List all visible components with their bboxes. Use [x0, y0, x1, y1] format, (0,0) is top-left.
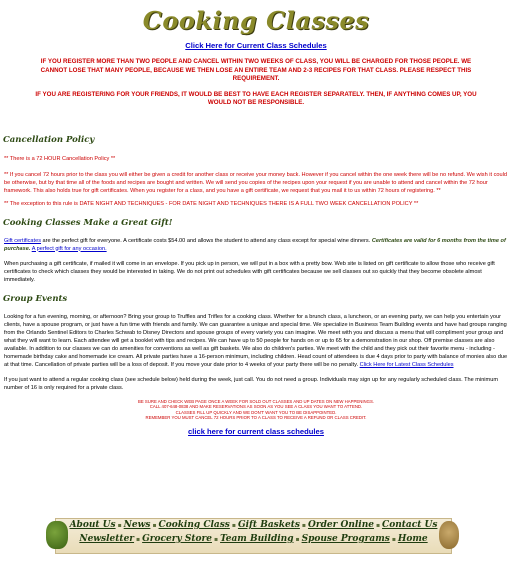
nav-separator-icon: ▪ — [301, 522, 306, 529]
nav-separator-icon: ▪ — [231, 522, 236, 529]
cancellation-heading: Cancellation Policy — [3, 134, 95, 145]
nav-cooking-class[interactable]: Cooking Class — [159, 520, 230, 530]
gift-heading: Cooking Classes Make a Great Gift! — [3, 217, 173, 228]
perfect-gift-link[interactable]: A perfect gift for any occasion. — [32, 246, 107, 252]
warning-register-separately: IF YOU ARE REGISTERING FOR YOUR FRIENDS,… — [35, 90, 477, 107]
group-events-heading: Group Events — [3, 293, 68, 304]
logo-banner: Cooking Classes — [0, 6, 512, 36]
nav-team-building[interactable]: Team Building — [220, 534, 293, 544]
gift-purchase-info: When purchasing a gift certificate, if m… — [4, 260, 495, 283]
regular-class-note: If you just want to attend a regular coo… — [4, 376, 498, 391]
gift-text: are the perfect gift for everyone. A cer… — [41, 237, 371, 244]
gift-paragraph: Gift certificates are the perfect gift f… — [0, 237, 512, 253]
nav-grocery-store[interactable]: Grocery Store — [142, 534, 212, 544]
nav-gift-baskets[interactable]: Gift Baskets — [238, 520, 300, 530]
vegetable-decoration-icon — [46, 521, 68, 549]
nav-separator-icon: ▪ — [152, 522, 157, 529]
nav-separator-icon: ▪ — [117, 522, 122, 529]
nav-newsletter[interactable]: Newsletter — [79, 534, 134, 544]
logo-text: Cooking Classes — [142, 6, 370, 35]
nav-separator-icon: ▪ — [136, 536, 141, 543]
nav-row-2: Newsletter ▪ Grocery Store ▪ Team Building ▪ S… — [68, 534, 439, 544]
nav-order-online[interactable]: Order Online — [308, 520, 374, 530]
nav-separator-icon: ▪ — [295, 536, 300, 543]
group-events-paragraph: Looking for a fun evening, morning, or a… — [0, 313, 512, 369]
nav-news[interactable]: News — [124, 520, 151, 530]
nav-about-us[interactable]: About Us — [70, 520, 116, 530]
nav-row-1: About Us ▪ News ▪ Cooking Class ▪ Gift Baskets… — [68, 520, 439, 530]
gift-certificates-link[interactable]: Gift certificates — [4, 238, 41, 244]
bread-decoration-icon — [439, 521, 459, 549]
nav-contact-us[interactable]: Contact Us — [382, 520, 437, 530]
nav-separator-icon: ▪ — [375, 522, 381, 529]
notice-line: REMEMBER YOU MUST CANCEL 72 HOURS PRIOR … — [145, 415, 367, 421]
group-events-body: Looking for a fun evening, morning, or a… — [4, 313, 508, 368]
cancellation-exception: ** The exception to this rule is DATE NI… — [4, 200, 419, 207]
nav-separator-icon: ▪ — [391, 536, 396, 543]
cancellation-body: ** If you cancel 72 hours prior to the c… — [4, 171, 507, 194]
reservation-notice: BE SURE AND CHECK WEB PAGE ONCE A WEEK F… — [0, 399, 512, 421]
nav-separator-icon: ▪ — [214, 536, 219, 543]
warning-multiple-registrations: IF YOU REGISTER MORE THAN TWO PEOPLE AND… — [40, 58, 472, 82]
bottom-schedules-link[interactable]: click here for current class schedules — [0, 427, 512, 436]
cancellation-72hr-line: ** There is a 72 HOUR Cancellation Polic… — [4, 155, 116, 162]
nav-spouse-programs[interactable]: Spouse Programs — [302, 534, 390, 544]
bottom-nav-bar: About Us ▪ News ▪ Cooking Class ▪ Gift Baskets… — [46, 518, 459, 554]
current-schedules-link[interactable]: Click Here for Current Class Schedules — [0, 41, 512, 50]
nav-home[interactable]: Home — [398, 534, 428, 544]
latest-schedules-link[interactable]: Click Here for Latest Class Schedules — [360, 362, 454, 368]
